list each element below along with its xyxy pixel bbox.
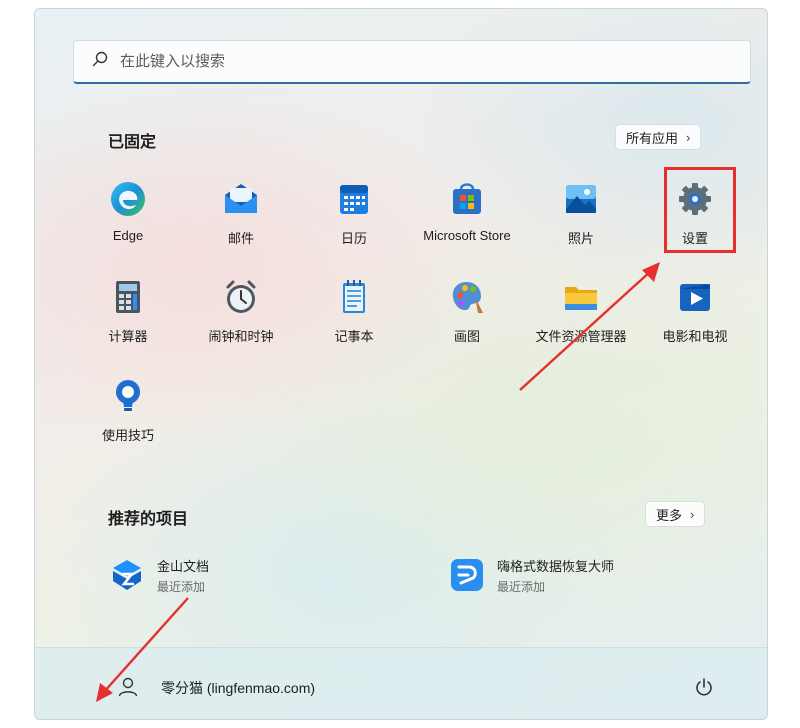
recommended-title: 推荐的项目 bbox=[108, 511, 189, 528]
calculator-icon bbox=[106, 275, 150, 319]
start-menu: 已固定 所有应用 › Edge 邮件 bbox=[34, 8, 768, 720]
recommended-item[interactable]: 金山文档 最近添加 bbox=[107, 555, 209, 595]
notepad-icon bbox=[332, 275, 376, 319]
search-icon bbox=[92, 51, 108, 72]
all-apps-button[interactable]: 所有应用 › bbox=[615, 124, 702, 150]
pinned-app-tips[interactable]: 使用技巧 bbox=[68, 374, 188, 454]
edge-icon bbox=[106, 177, 150, 221]
more-label: 更多 bbox=[656, 507, 683, 523]
app-label: 照片 bbox=[567, 231, 594, 246]
alarm-clock-icon bbox=[219, 275, 263, 319]
app-label: 文件资源管理器 bbox=[535, 329, 627, 344]
paint-icon bbox=[445, 275, 489, 319]
app-label: 记事本 bbox=[334, 329, 374, 344]
pinned-app-store[interactable]: Microsoft Store bbox=[407, 177, 527, 257]
recommended-item-subtitle: 最近添加 bbox=[497, 579, 546, 594]
mail-icon bbox=[219, 177, 263, 221]
calendar-icon bbox=[332, 177, 376, 221]
kingsoft-docs-icon bbox=[107, 555, 147, 595]
recommended-item-name: 金山文档 bbox=[157, 558, 210, 574]
search-box[interactable] bbox=[73, 40, 751, 84]
power-icon[interactable] bbox=[691, 674, 717, 700]
movies-tv-icon bbox=[673, 275, 717, 319]
app-label: 使用技巧 bbox=[101, 428, 154, 443]
all-apps-label: 所有应用 bbox=[626, 130, 679, 146]
app-label: 邮件 bbox=[227, 231, 254, 246]
annotation-highlight-box bbox=[664, 167, 736, 253]
app-label: Edge bbox=[112, 228, 144, 243]
pinned-app-paint[interactable]: 画图 bbox=[407, 275, 527, 355]
pinned-title: 已固定 bbox=[108, 134, 157, 151]
pinned-app-mail[interactable]: 邮件 bbox=[181, 177, 301, 257]
start-footer: 零分猫 (lingfenmao.com) bbox=[35, 647, 767, 719]
search-input[interactable] bbox=[120, 46, 680, 77]
pinned-app-photos[interactable]: 照片 bbox=[521, 177, 641, 257]
app-label: Microsoft Store bbox=[423, 228, 511, 243]
user-icon[interactable] bbox=[113, 672, 143, 702]
recommended-item-subtitle: 最近添加 bbox=[157, 579, 206, 594]
user-name[interactable]: 零分猫 (lingfenmao.com) bbox=[161, 678, 315, 698]
data-recovery-icon bbox=[447, 555, 487, 595]
more-button[interactable]: 更多 › bbox=[645, 501, 706, 527]
folder-icon bbox=[559, 275, 603, 319]
pinned-app-calendar[interactable]: 日历 bbox=[294, 177, 414, 257]
pinned-app-alarm-clock[interactable]: 闹钟和时钟 bbox=[181, 275, 301, 355]
store-icon bbox=[445, 177, 489, 221]
background-right bbox=[768, 0, 800, 728]
chevron-right-icon: › bbox=[690, 506, 695, 522]
app-label: 计算器 bbox=[108, 329, 148, 344]
pinned-app-notepad[interactable]: 记事本 bbox=[294, 275, 414, 355]
recommended-item[interactable]: 嗨格式数据恢复大师 最近添加 bbox=[447, 555, 614, 595]
app-label: 日历 bbox=[340, 231, 367, 246]
background-left bbox=[0, 0, 34, 728]
photos-icon bbox=[559, 177, 603, 221]
recommended-item-name: 嗨格式数据恢复大师 bbox=[497, 558, 615, 574]
chevron-right-icon: › bbox=[686, 129, 691, 145]
pinned-app-movies-tv[interactable]: 电影和电视 bbox=[635, 275, 755, 355]
app-label: 画图 bbox=[453, 329, 480, 344]
app-label: 电影和电视 bbox=[662, 329, 728, 344]
app-label: 闹钟和时钟 bbox=[208, 329, 274, 344]
tips-icon bbox=[106, 374, 150, 418]
pinned-app-file-explorer[interactable]: 文件资源管理器 bbox=[521, 275, 641, 355]
pinned-app-edge[interactable]: Edge bbox=[68, 177, 188, 257]
pinned-app-calculator[interactable]: 计算器 bbox=[68, 275, 188, 355]
